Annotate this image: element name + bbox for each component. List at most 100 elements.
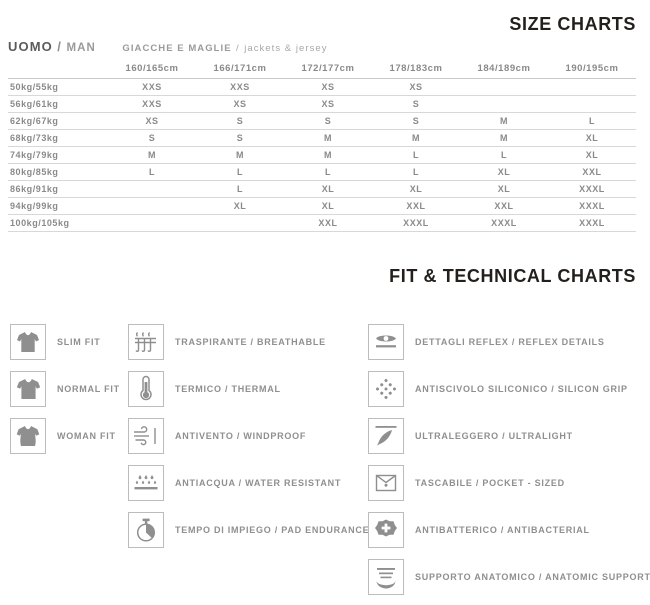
size-cell: XXL [548, 163, 636, 181]
size-cell [548, 95, 636, 113]
column-header: 190/195cm [548, 60, 636, 79]
size-cell: XL [196, 197, 284, 215]
legend-item-breathable: TRASPIRANTE / BREATHABLE [128, 323, 369, 361]
table-row: 94kg/99kg XL XL XXL XXL XXXL [8, 197, 636, 215]
size-cell: L [108, 163, 196, 181]
water-resistant-icon [128, 465, 164, 501]
thermometer-icon [128, 371, 164, 407]
size-cell [108, 197, 196, 215]
row-weight-label: 100kg/105kg [8, 214, 108, 232]
size-cell: XXXL [372, 214, 460, 232]
legend-item-woman-fit: WOMAN FIT [10, 417, 120, 455]
table-corner-cell [8, 60, 108, 79]
size-cell: XS [284, 95, 372, 113]
table-row: 68kg/73kg S S M M M XL [8, 129, 636, 147]
legend-item-thermal: TERMICO / THERMAL [128, 370, 369, 408]
size-cell: XXS [108, 78, 196, 96]
reflex-eye-icon [368, 324, 404, 360]
legend-item-slim-fit: SLIM FIT [10, 323, 120, 361]
shirt-normal-icon [10, 371, 46, 407]
size-cell: XS [284, 78, 372, 96]
size-cell [460, 78, 548, 96]
legend-label: NORMAL FIT [57, 384, 120, 394]
size-cell: XXL [372, 197, 460, 215]
size-cell: XL [460, 163, 548, 181]
breathable-icon [128, 324, 164, 360]
size-cell [108, 214, 196, 232]
size-cell: L [196, 180, 284, 198]
legend-item-windproof: ANTIVENTO / WINDPROOF [128, 417, 369, 455]
column-header: 172/177cm [284, 60, 372, 79]
size-cell: XXXL [548, 214, 636, 232]
size-cell: XL [372, 180, 460, 198]
category-subtitle-alt: jackets & jersey [244, 43, 328, 54]
size-cell: XXS [108, 95, 196, 113]
size-cell: M [284, 129, 372, 147]
size-cell: XS [372, 78, 460, 96]
legend-label: DETTAGLI REFLEX / REFLEX DETAILS [415, 337, 605, 347]
legend-label: SLIM FIT [57, 337, 101, 347]
legend-label: TERMICO / THERMAL [175, 384, 281, 394]
size-cell: XXS [196, 78, 284, 96]
feather-icon [368, 418, 404, 454]
row-weight-label: 94kg/99kg [8, 197, 108, 215]
category-subtitle-separator: / [236, 43, 240, 54]
size-cell: XL [284, 180, 372, 198]
size-cell [108, 180, 196, 198]
anatomic-support-icon [368, 559, 404, 595]
legend-item-ultralight: ULTRALEGGERO / ULTRALIGHT [368, 417, 650, 455]
size-cell: XS [196, 95, 284, 113]
legend-item-silicon-grip: ANTISCIVOLO SILICONICO / SILICON GRIP [368, 370, 650, 408]
table-row: 86kg/91kg L XL XL XL XXXL [8, 180, 636, 198]
size-cell: XXXL [548, 180, 636, 198]
row-weight-label: 80kg/85kg [8, 163, 108, 181]
legend-label: ANTIBATTERICO / ANTIBACTERIAL [415, 525, 590, 535]
legend-item-antibacterial: ANTIBATTERICO / ANTIBACTERIAL [368, 511, 650, 549]
size-cell: XXXL [460, 214, 548, 232]
size-cell: XXL [284, 214, 372, 232]
table-row: 62kg/67kg XS S S S M L [8, 112, 636, 130]
size-cell [548, 78, 636, 96]
size-cell: M [372, 129, 460, 147]
legend-label: TRASPIRANTE / BREATHABLE [175, 337, 326, 347]
technical-legend-column: TRASPIRANTE / BREATHABLE TERMICO / THERM… [128, 323, 369, 558]
row-weight-label: 68kg/73kg [8, 129, 108, 147]
category-alt-label: MAN [66, 42, 96, 54]
size-cell [196, 214, 284, 232]
column-header: 166/171cm [196, 60, 284, 79]
category-line: UOMO / MAN GIACCHE E MAGLIE / jackets & … [8, 38, 328, 56]
category-separator: / [57, 39, 63, 54]
size-cell: S [284, 112, 372, 130]
size-cell: S [372, 95, 460, 113]
size-chart-table: 160/165cm 166/171cm 172/177cm 178/183cm … [8, 60, 636, 232]
legend-label: SUPPORTO ANATOMICO / ANATOMIC SUPPORT [415, 572, 650, 582]
column-header: 160/165cm [108, 60, 196, 79]
row-weight-label: 50kg/55kg [8, 78, 108, 96]
table-body: 50kg/55kg XXS XXS XS XS 56kg/61kg XXS XS… [8, 78, 636, 232]
size-cell: XS [108, 112, 196, 130]
size-cell: S [196, 129, 284, 147]
size-charts-heading: SIZE CHARTS [509, 14, 636, 34]
table-row: 74kg/79kg M M M L L XL [8, 146, 636, 164]
size-cell: S [196, 112, 284, 130]
legend-label: TEMPO DI IMPIEGO / PAD ENDURANCE [175, 525, 370, 535]
antibacterial-icon [368, 512, 404, 548]
row-weight-label: 86kg/91kg [8, 180, 108, 198]
fit-legend-column: SLIM FIT NORMAL FIT WOMAN FIT [10, 323, 120, 464]
legend-label: ANTISCIVOLO SILICONICO / SILICON GRIP [415, 384, 628, 394]
size-cell: M [460, 129, 548, 147]
table-row: 56kg/61kg XXS XS XS S [8, 95, 636, 113]
row-weight-label: 56kg/61kg [8, 95, 108, 113]
fit-technical-charts-heading: FIT & TECHNICAL CHARTS [389, 266, 636, 286]
size-cell: L [372, 163, 460, 181]
table-row: 100kg/105kg XXL XXXL XXXL XXXL [8, 214, 636, 232]
size-cell: L [284, 163, 372, 181]
legend-item-water-resistant: ANTIACQUA / WATER RESISTANT [128, 464, 369, 502]
silicon-grip-icon [368, 371, 404, 407]
stopwatch-icon [128, 512, 164, 548]
size-cell: XXL [460, 197, 548, 215]
size-cell: XL [284, 197, 372, 215]
pocket-icon [368, 465, 404, 501]
shirt-woman-icon [10, 418, 46, 454]
row-weight-label: 62kg/67kg [8, 112, 108, 130]
